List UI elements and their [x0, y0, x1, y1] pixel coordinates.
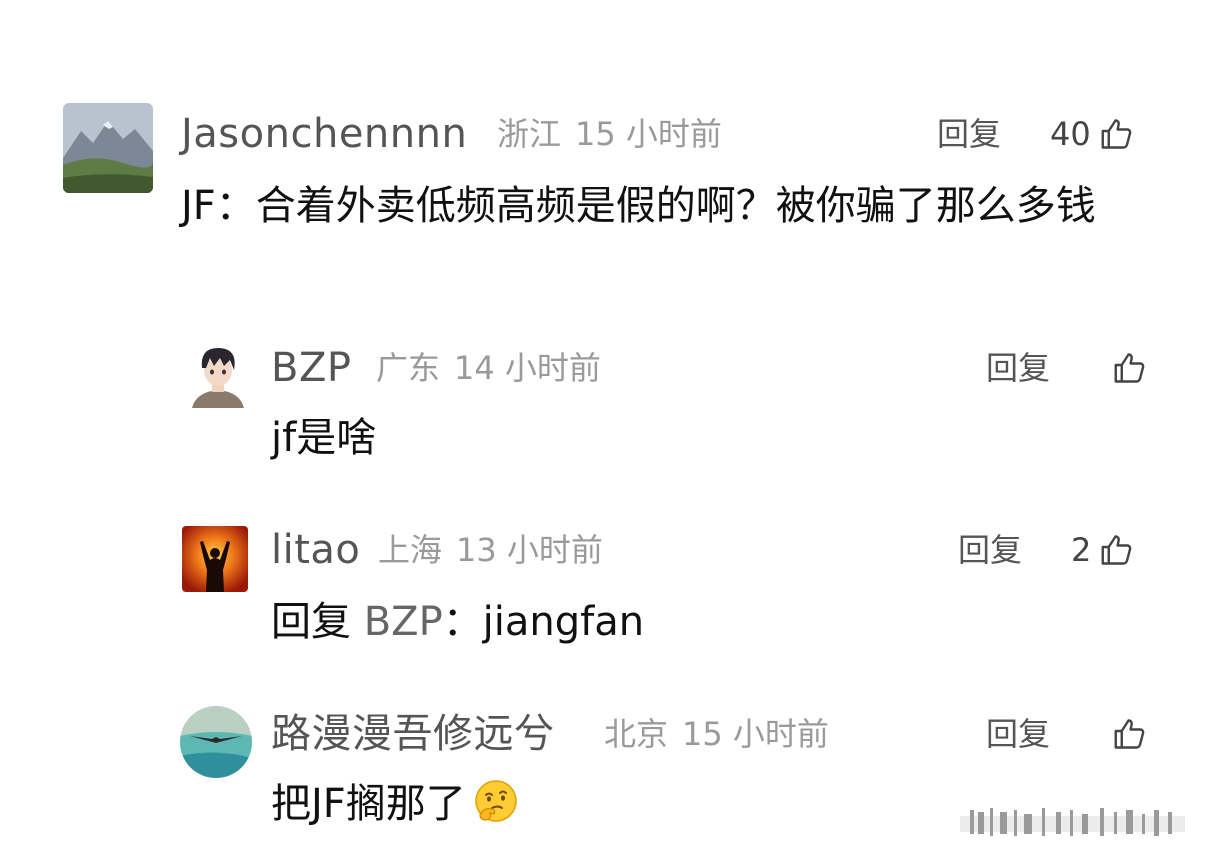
comment-meta: 广东 14 小时前 — [376, 344, 601, 392]
watermark-barcode-icon — [960, 808, 1185, 836]
anime-boy-avatar-icon — [186, 342, 250, 408]
mention-link[interactable]: BZP — [364, 599, 443, 645]
like-button[interactable]: 2 — [1071, 526, 1135, 574]
comment-text: JF：合着外卖低频高频是假的啊？被你骗了那么多钱 — [181, 183, 1096, 229]
bird-over-water-avatar-icon — [180, 706, 252, 778]
avatar[interactable] — [186, 342, 250, 408]
location: 上海 — [378, 531, 443, 569]
reply-prefix: 回复 — [271, 599, 364, 645]
reply-item: BZP 广东 14 小时前 回复 jf是啥 — [0, 330, 1206, 480]
location: 北京 — [604, 715, 669, 753]
comment-meta: 上海 13 小时前 — [378, 526, 603, 574]
comment-meta: 浙江 15 小时前 — [497, 110, 722, 158]
like-button[interactable] — [1104, 344, 1148, 392]
reply-body: ：jiangfan — [442, 599, 645, 645]
comment-body: 把JF搁那了 — [271, 781, 466, 827]
timestamp: 15 小时前 — [575, 115, 722, 153]
comment-item: Jasonchennnn 浙江 15 小时前 回复 40 JF：合着外卖低频高频是… — [0, 0, 1206, 310]
thumbs-up-icon — [1114, 719, 1145, 749]
comment-text: 把JF搁那了 — [271, 774, 520, 834]
reply-button[interactable]: 回复 — [958, 526, 1022, 574]
like-count: 2 — [1071, 531, 1092, 569]
like-button[interactable] — [1104, 710, 1148, 758]
sunset-silhouette-avatar-icon — [182, 526, 248, 592]
comment-text: 回复 BZP：jiangfan — [271, 592, 644, 652]
username[interactable]: Jasonchennnn — [181, 110, 467, 158]
timestamp: 13 小时前 — [456, 531, 603, 569]
timestamp: 14 小时前 — [454, 349, 601, 387]
like-button[interactable]: 40 — [1050, 110, 1135, 158]
reply-button[interactable]: 回复 — [937, 110, 1001, 158]
avatar[interactable] — [63, 103, 153, 193]
thumbs-up-icon — [1101, 119, 1132, 149]
reply-button[interactable]: 回复 — [986, 710, 1050, 758]
location: 浙江 — [497, 115, 562, 153]
location: 广东 — [376, 349, 441, 387]
reply-button[interactable]: 回复 — [986, 344, 1050, 392]
comment-meta: 北京 15 小时前 — [604, 710, 829, 758]
comment-text: jf是啥 — [271, 415, 377, 461]
reply-item: litao 上海 13 小时前 回复 2 回复 BZP：jiangfan — [0, 512, 1206, 662]
thumbs-up-icon — [1101, 535, 1132, 565]
thumbs-up-icon — [1114, 353, 1145, 383]
mountain-landscape-avatar-icon — [63, 103, 153, 193]
timestamp: 15 小时前 — [682, 715, 829, 753]
username[interactable]: litao — [271, 526, 360, 574]
username[interactable]: BZP — [271, 344, 351, 392]
like-count: 40 — [1050, 115, 1091, 153]
avatar[interactable] — [180, 706, 252, 778]
avatar[interactable] — [182, 526, 248, 592]
thinking-face-emoji-icon — [475, 780, 517, 822]
username[interactable]: 路漫漫吾修远兮 — [271, 710, 555, 758]
